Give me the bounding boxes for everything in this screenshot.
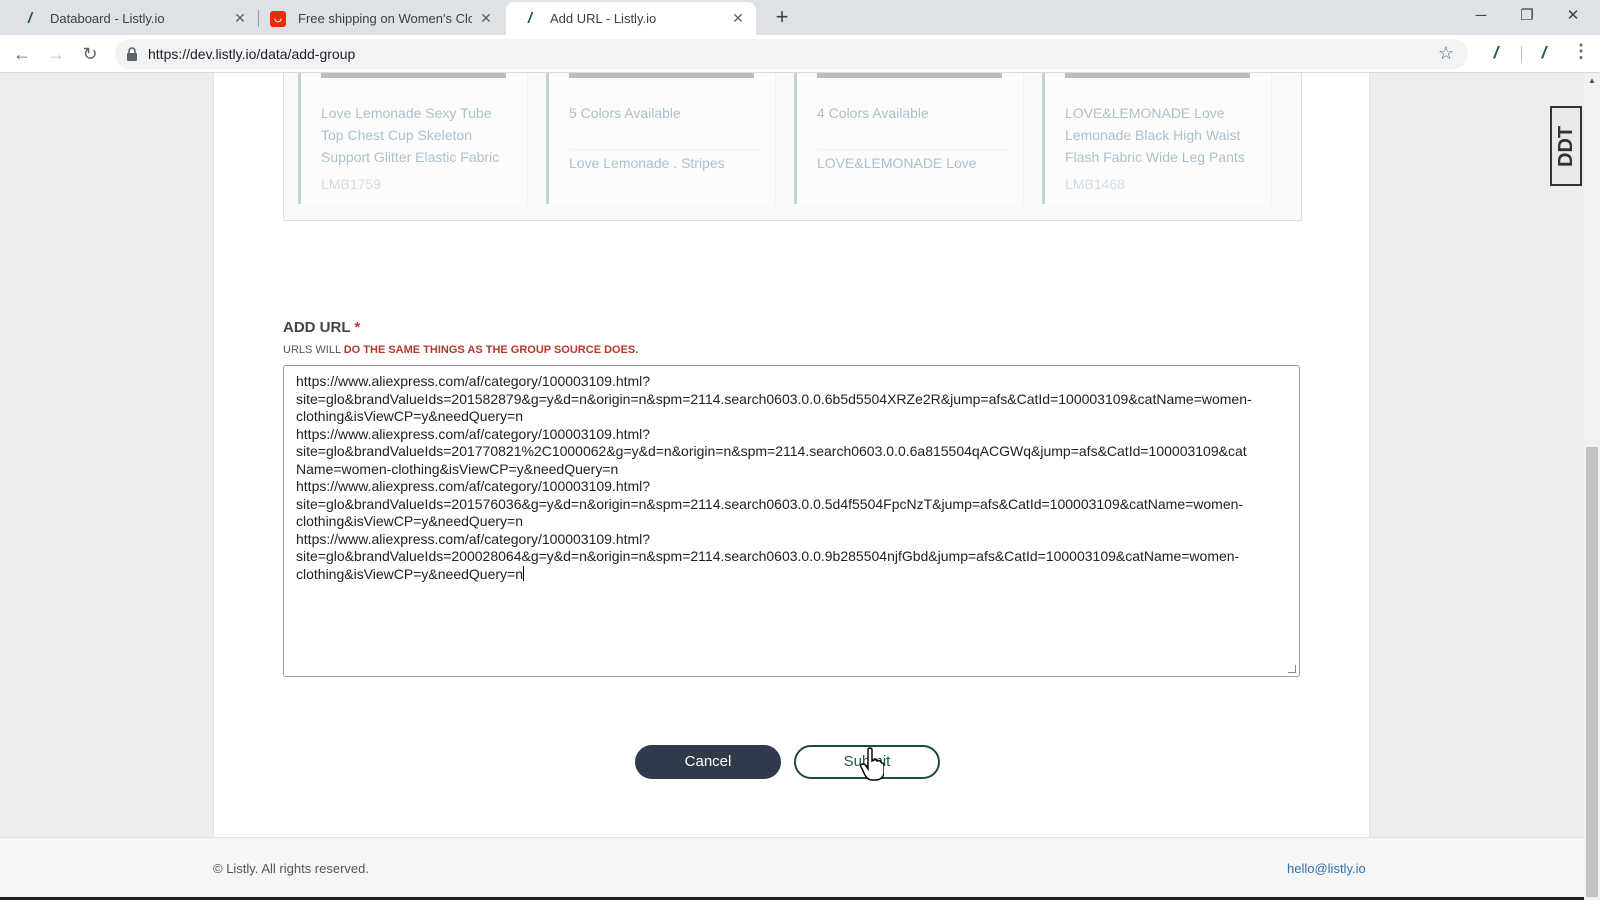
close-window-button[interactable]: ✕ <box>1550 0 1596 32</box>
product-card: 4 Colors Available LOVE&LEMONADE Love <box>794 73 1024 204</box>
reload-icon[interactable]: ↻ <box>76 40 104 68</box>
textarea-line: https://www.aliexpress.com/af/category/1… <box>296 425 651 442</box>
resize-handle[interactable] <box>1288 665 1296 673</box>
hint-prefix: URLS WILL <box>283 344 344 356</box>
minimize-button[interactable]: ─ <box>1458 0 1504 32</box>
tab-title: Free shipping on Women's Clot <box>298 11 472 26</box>
product-title: LOVE&LEMONADE Love Lemonade Black High W… <box>1065 105 1245 165</box>
textarea-line: https://www.aliexpress.com/af/category/1… <box>296 373 651 389</box>
tab-strip: / Databoard - Listly.io ✕ ◡ Free shippin… <box>0 0 1600 35</box>
bookmark-star-icon[interactable]: ☆ <box>1438 43 1454 64</box>
tab-title: Add URL - Listly.io <box>550 11 657 26</box>
page-footer: © Listly. All rights reserved. hello@lis… <box>0 837 1584 897</box>
label-text: ADD URL <box>283 319 351 336</box>
group-source-preview: Love Lemonade Sexy Tube Top Chest Cup Sk… <box>283 73 1302 221</box>
required-mark: * <box>354 319 361 336</box>
product-card: Love Lemonade Sexy Tube Top Chest Cup Sk… <box>298 73 528 204</box>
listly-extension-icon[interactable]: / <box>1533 43 1555 65</box>
toolbar-separator <box>1521 46 1522 62</box>
textarea-line: site=glo&brandValueIds=201576036&g=y&d=n… <box>296 495 1244 512</box>
hand-cursor-icon <box>860 747 884 781</box>
back-icon[interactable]: ← <box>8 40 36 68</box>
textarea-line: site=glo&brandValueIds=201770821%2C10000… <box>296 443 1247 459</box>
maximize-button[interactable]: ❐ <box>1504 0 1550 32</box>
product-image <box>1065 73 1250 78</box>
add-url-label: ADD URL * <box>283 319 360 336</box>
menu-icon[interactable]: ⋮ <box>1572 41 1590 62</box>
url-textarea[interactable]: https://www.aliexpress.com/af/category/1… <box>283 365 1300 677</box>
textarea-line: clothing&isViewCP=y&needQuery=n <box>296 408 523 424</box>
textarea-line: https://www.aliexpress.com/af/category/1… <box>296 478 651 494</box>
copyright-text: © Listly. All rights reserved. <box>213 861 369 876</box>
tab-databoard[interactable]: / Databoard - Listly.io ✕ <box>0 2 258 35</box>
page-viewport: Love Lemonade Sexy Tube Top Chest Cup Sk… <box>0 73 1584 900</box>
forward-icon[interactable]: → <box>42 40 70 68</box>
scroll-up-arrow-icon[interactable]: ▲ <box>1584 76 1600 88</box>
listly-extension-icon[interactable]: / <box>1485 43 1507 65</box>
tab-aliexpress[interactable]: ◡ Free shipping on Women's Clot ✕ <box>258 2 504 35</box>
tab-add-url[interactable]: / Add URL - Listly.io ✕ <box>506 2 756 35</box>
product-extra: Love Lemonade . Stripes <box>569 149 761 174</box>
close-icon[interactable]: ✕ <box>478 10 494 27</box>
product-image <box>817 73 1002 78</box>
product-image <box>321 73 506 78</box>
cancel-button[interactable]: Cancel <box>635 745 781 779</box>
ddt-extension-badge[interactable]: DDT <box>1550 106 1582 186</box>
product-card: LOVE&LEMONADE Love Lemonade Black High W… <box>1042 73 1272 204</box>
listly-icon: / <box>527 10 533 27</box>
close-icon[interactable]: ✕ <box>730 10 746 27</box>
product-title: Love Lemonade Sexy Tube Top Chest Cup Sk… <box>321 105 500 165</box>
product-card: 5 Colors Available Love Lemonade . Strip… <box>546 73 776 204</box>
scrollbar-thumb[interactable] <box>1586 447 1598 897</box>
url-text: https://dev.listly.io/data/add-group <box>148 46 356 62</box>
textarea-line: site=glo&brandValueIds=200028064&g=y&d=n… <box>296 548 1240 564</box>
browser-toolbar: ← → ↻ https://dev.listly.io/data/add-gro… <box>0 35 1600 73</box>
form-card: Love Lemonade Sexy Tube Top Chest Cup Sk… <box>213 73 1370 888</box>
textarea-line: Name=women-clothing&isViewCP=y&needQuery… <box>296 460 619 477</box>
product-extra: LMB1759 <box>321 176 381 192</box>
textarea-line: https://www.aliexpress.com/af/category/1… <box>296 530 651 547</box>
address-bar[interactable]: https://dev.listly.io/data/add-group ☆ <box>115 39 1468 69</box>
textarea-line: clothing&isViewCP=y&needQuery=n <box>296 565 523 582</box>
textarea-line: clothing&isViewCP=y&needQuery=n <box>296 513 523 529</box>
product-title: 4 Colors Available <box>817 105 929 121</box>
close-icon[interactable]: ✕ <box>232 10 248 27</box>
new-tab-button[interactable]: + <box>769 5 795 31</box>
aliexpress-icon: ◡ <box>270 10 286 27</box>
textarea-line: site=glo&brandValueIds=201582879&g=y&d=n… <box>296 390 1252 407</box>
product-extra: LMB1468 <box>1065 176 1125 192</box>
text-caret <box>523 565 524 581</box>
add-url-hint: URLS WILL DO THE SAME THINGS AS THE GROU… <box>283 344 638 356</box>
tab-title: Databoard - Listly.io <box>50 11 165 26</box>
hint-emphasis: DO THE SAME THINGS AS THE GROUP SOURCE D… <box>343 344 639 356</box>
contact-email-link[interactable]: hello@listly.io <box>1287 861 1366 876</box>
product-extra: LOVE&LEMONADE Love <box>817 149 1009 174</box>
product-title: 5 Colors Available <box>569 105 681 121</box>
listly-icon: / <box>27 10 33 27</box>
lock-icon <box>127 47 137 61</box>
product-image <box>569 73 754 78</box>
